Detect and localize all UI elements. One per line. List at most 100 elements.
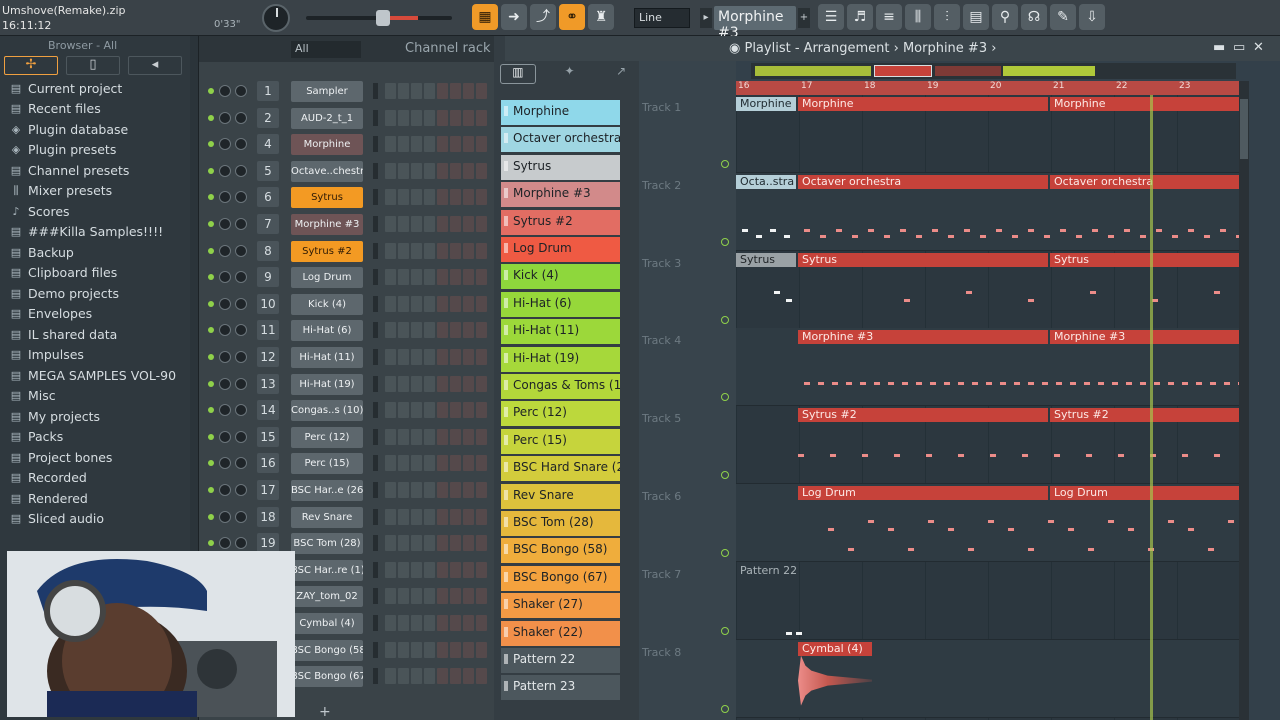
step-button[interactable]: [398, 109, 409, 126]
channel-select-meter[interactable]: [373, 189, 378, 206]
step-button[interactable]: [411, 588, 422, 605]
step-button[interactable]: [437, 242, 448, 259]
step-button[interactable]: [463, 588, 474, 605]
step-button[interactable]: [476, 83, 487, 99]
step-button[interactable]: [476, 109, 487, 126]
step-button[interactable]: [385, 269, 396, 286]
channel-name-button[interactable]: AUD-2_t_1: [291, 107, 363, 129]
channel-select-meter[interactable]: [373, 295, 378, 312]
channel-mute-led[interactable]: [208, 247, 214, 254]
channel-pan-knob[interactable]: [219, 324, 231, 337]
picker-pattern-item[interactable]: Octaver orchestra: [501, 127, 620, 153]
channel-mixer-track[interactable]: 11: [257, 320, 279, 341]
step-button[interactable]: [450, 136, 461, 153]
step-button[interactable]: [385, 615, 396, 631]
channel-mixer-track[interactable]: 4: [257, 134, 279, 155]
step-button[interactable]: [398, 482, 409, 498]
channel-volume-knob[interactable]: [235, 218, 247, 230]
channel-mixer-track[interactable]: 13: [257, 373, 279, 394]
step-button[interactable]: [463, 269, 474, 286]
step-button[interactable]: [424, 668, 435, 685]
step-button[interactable]: [463, 83, 474, 99]
step-button[interactable]: [476, 455, 487, 472]
step-button[interactable]: [398, 295, 409, 312]
step-button[interactable]: [385, 455, 396, 472]
playhead-marker[interactable]: [1150, 95, 1153, 720]
channel-name-button[interactable]: Morphine #3: [291, 214, 363, 235]
step-button[interactable]: [463, 109, 474, 126]
channel-pan-knob[interactable]: [219, 85, 231, 97]
playlist-clip[interactable]: Morphine: [736, 97, 796, 111]
playlist-clip[interactable]: Pattern 22: [736, 564, 798, 578]
channel-mute-led[interactable]: [208, 407, 214, 414]
step-button[interactable]: [450, 349, 461, 365]
step-button[interactable]: [398, 242, 409, 259]
step-button[interactable]: [437, 561, 448, 578]
step-button[interactable]: [424, 162, 435, 179]
channel-mixer-track[interactable]: 8: [257, 240, 279, 261]
browser-item[interactable]: ▤ Clipboard files: [0, 263, 190, 284]
step-button[interactable]: [385, 402, 396, 419]
channel-pan-knob[interactable]: [219, 510, 231, 523]
step-button[interactable]: [437, 83, 448, 99]
playlist-clip[interactable]: Sytrus: [736, 252, 796, 267]
step-button[interactable]: [411, 295, 422, 312]
playlist-clip[interactable]: Sytrus: [1050, 252, 1239, 267]
step-button[interactable]: [398, 535, 409, 552]
channel-pan-knob[interactable]: [219, 430, 231, 443]
channel-name-button[interactable]: Sampler: [291, 81, 363, 102]
step-button[interactable]: [398, 349, 409, 365]
step-button[interactable]: [424, 455, 435, 472]
channel-name-button[interactable]: BSC Bongo (67): [291, 666, 363, 688]
step-button[interactable]: [411, 535, 422, 552]
channel-mute-led[interactable]: [208, 300, 214, 307]
browser-item[interactable]: ▤ Rendered: [0, 488, 190, 509]
step-button[interactable]: [411, 668, 422, 685]
step-button[interactable]: [437, 535, 448, 552]
timeline-ruler[interactable]: 16 17 18 19 20 21 22 23: [736, 81, 1239, 95]
step-button[interactable]: [463, 216, 474, 232]
channel-name-button[interactable]: Octave..chestra: [291, 160, 363, 182]
step-button[interactable]: [398, 668, 409, 685]
step-button[interactable]: [411, 482, 422, 498]
channel-volume-knob[interactable]: [235, 430, 247, 443]
channel-pan-knob[interactable]: [219, 484, 231, 496]
step-button[interactable]: [424, 216, 435, 232]
channel-volume-knob[interactable]: [235, 111, 247, 124]
step-button[interactable]: [463, 455, 474, 472]
step-button[interactable]: [398, 428, 409, 445]
link-icon[interactable]: ⚭: [559, 4, 585, 30]
picker-pattern-item[interactable]: Shaker (22): [501, 620, 620, 646]
step-button[interactable]: [398, 83, 409, 99]
step-button[interactable]: [411, 189, 422, 206]
channel-mute-led[interactable]: [208, 167, 214, 174]
close-icon[interactable]: ✕: [1253, 40, 1264, 55]
step-button[interactable]: [424, 242, 435, 259]
channel-pan-knob[interactable]: [219, 111, 231, 124]
step-button[interactable]: [411, 508, 422, 525]
channel-mixer-track[interactable]: 12: [257, 347, 279, 367]
step-button[interactable]: [424, 189, 435, 206]
channel-name-button[interactable]: Hi-Hat (11): [291, 347, 363, 368]
step-button[interactable]: [437, 136, 448, 153]
channel-pan-knob[interactable]: [219, 138, 231, 151]
step-button[interactable]: [385, 588, 396, 605]
playlist-clip[interactable]: Log Drum: [798, 486, 1048, 500]
channel-mute-led[interactable]: [208, 274, 214, 281]
step-button[interactable]: [437, 162, 448, 179]
step-button[interactable]: [437, 428, 448, 445]
picker-pattern-item[interactable]: Morphine #3: [501, 182, 620, 208]
picker-pattern-item[interactable]: Rev Snare: [501, 483, 620, 509]
channel-select-meter[interactable]: [373, 375, 378, 392]
step-button[interactable]: [450, 482, 461, 498]
channel-select-meter[interactable]: [373, 269, 378, 286]
vertical-scrollbar[interactable]: [1239, 81, 1249, 720]
step-button[interactable]: [450, 668, 461, 685]
channel-pan-knob[interactable]: [219, 404, 231, 417]
channel-volume-knob[interactable]: [235, 510, 247, 523]
step-button[interactable]: [385, 83, 396, 99]
step-button[interactable]: [476, 561, 487, 578]
channel-volume-knob[interactable]: [235, 164, 247, 177]
step-button[interactable]: [385, 216, 396, 232]
channel-volume-knob[interactable]: [235, 351, 247, 363]
